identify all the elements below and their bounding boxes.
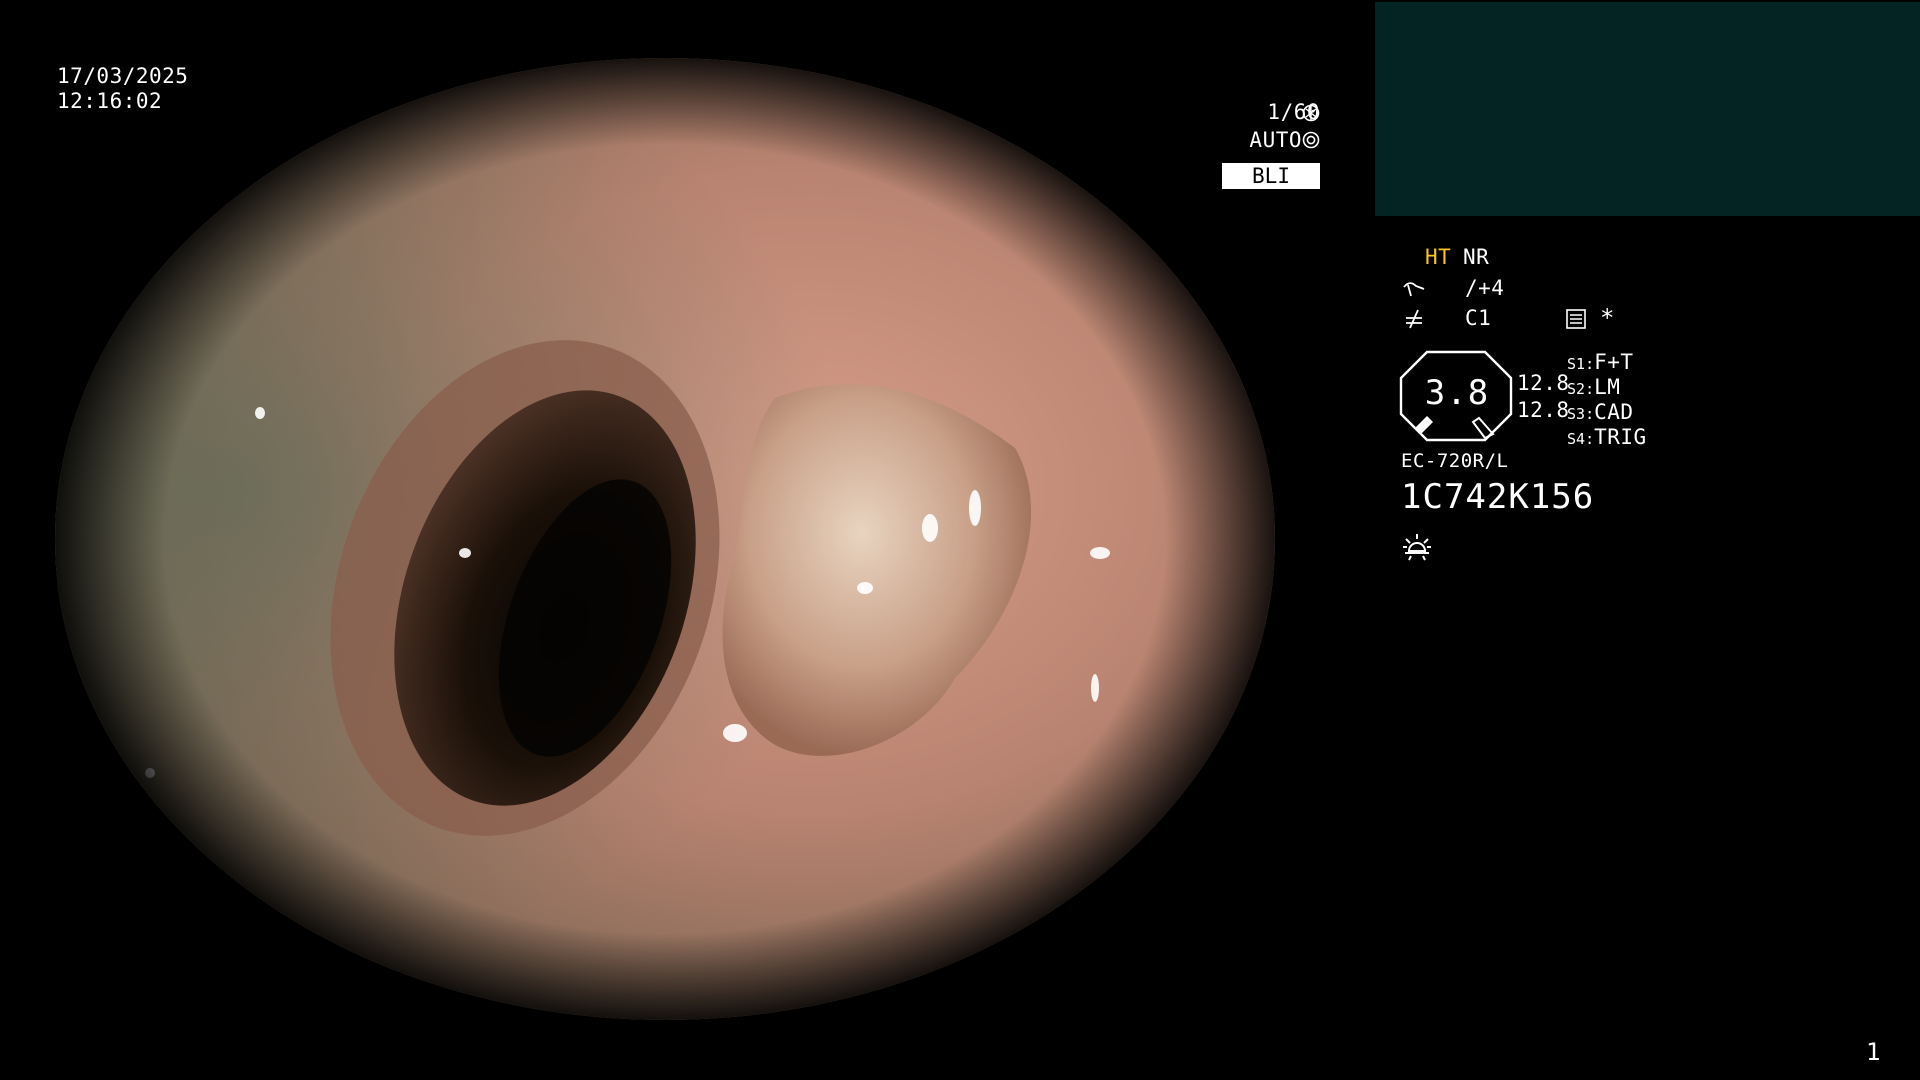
menu-icon [1566, 309, 1586, 329]
enhance-value: /+4 [1465, 276, 1505, 300]
switch-key: S3 [1567, 405, 1586, 423]
mode-panel [1375, 2, 1920, 216]
switch-key: S2 [1567, 380, 1586, 398]
value-b: 12.8 [1517, 398, 1570, 422]
switch-list: S1:F+T S2:LM S3:CAD S4:TRIG [1567, 350, 1647, 450]
exposure-text: AUTO [1249, 128, 1302, 152]
enhance-icon [1403, 282, 1425, 297]
switch-label: CAD [1594, 400, 1634, 424]
page-number: 1 [1866, 1038, 1881, 1066]
switch-item: S4:TRIG [1567, 425, 1647, 449]
iris-icon [1302, 131, 1320, 149]
scope-serial: 1C742K156 [1401, 477, 1595, 517]
switch-key: S4 [1567, 430, 1586, 448]
zoom-value: 3.8 [1424, 373, 1490, 413]
time-text: 12:16:02 [57, 89, 163, 113]
endoscope-view [55, 58, 1275, 1020]
switch-label: LM [1594, 375, 1621, 399]
date-text: 17/03/2025 [57, 64, 189, 88]
colon-lumen-image [55, 58, 1275, 1020]
value-a: 12.8 [1517, 371, 1570, 395]
date-time: 17/03/2025 12:16:02 [57, 64, 188, 114]
mode-badge: BLI [1222, 163, 1320, 189]
switch-label: TRIG [1594, 425, 1647, 449]
color-icon [1406, 309, 1422, 329]
switch-key: S1 [1567, 355, 1586, 373]
sun-icon [1403, 534, 1431, 561]
nr-label: NR [1463, 245, 1490, 269]
aperture-icon [1302, 104, 1320, 122]
scope-model: EC-720R/L [1401, 450, 1509, 472]
switch-label: F+T [1594, 350, 1634, 374]
switch-item: S1:F+T [1567, 350, 1634, 374]
asterisk-mark: * [1600, 304, 1615, 332]
switch-item: S3:CAD [1567, 400, 1634, 424]
color-value: C1 [1465, 306, 1492, 330]
ht-label: HT [1425, 245, 1452, 269]
switch-item: S2:LM [1567, 375, 1621, 399]
